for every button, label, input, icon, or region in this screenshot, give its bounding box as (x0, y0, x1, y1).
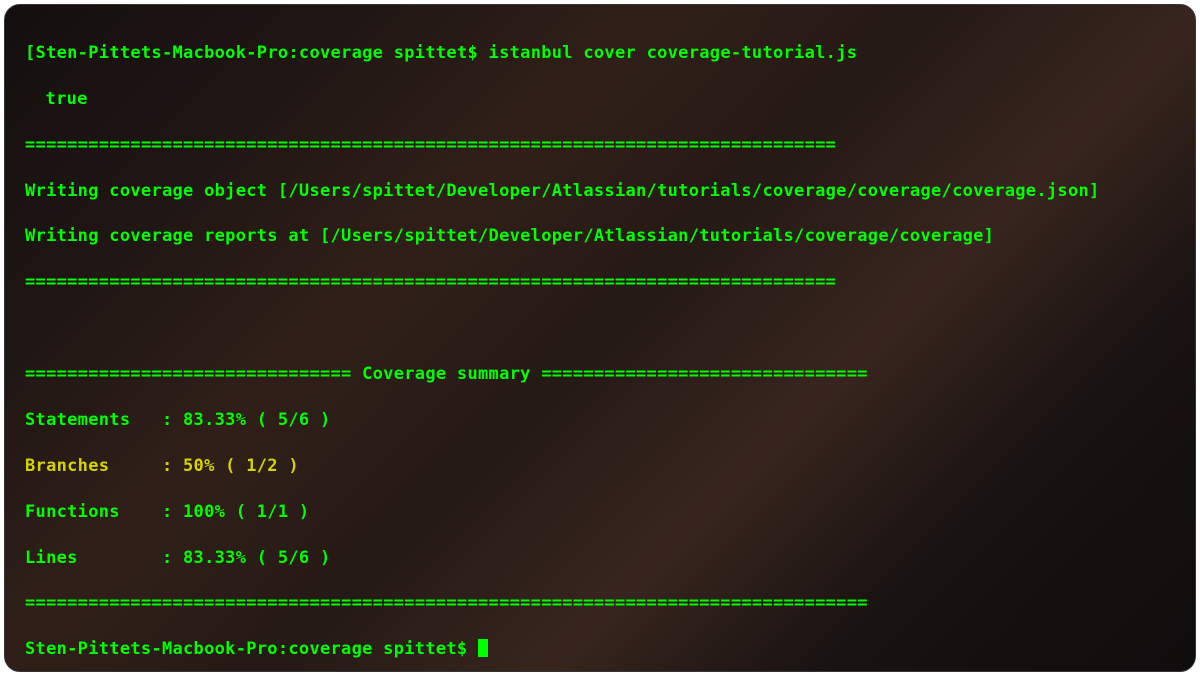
stat-branches: Branches : 50% ( 1/2 ) (25, 455, 1175, 478)
stat-statements-label: Statements (25, 409, 162, 432)
stat-branches-value: : 50% ( 1/2 ) (162, 456, 299, 476)
stat-functions-label: Functions (25, 501, 162, 524)
stat-lines: Lines : 83.33% ( 5/6 ) (25, 547, 1175, 570)
prompt-line-2: Sten-Pittets-Macbook-Pro:coverage spitte… (25, 638, 1175, 661)
cursor-icon[interactable] (478, 639, 488, 657)
coverage-summary-header: =============================== Coverage… (25, 363, 1175, 386)
output-true: true (25, 88, 1175, 111)
writing-object: Writing coverage object [/Users/spittet/… (25, 180, 1175, 203)
prompt-host: Sten-Pittets-Macbook-Pro:coverage spitte… (36, 43, 478, 63)
stat-lines-value: : 83.33% ( 5/6 ) (162, 548, 331, 568)
terminal-content: [Sten-Pittets-Macbook-Pro:coverage spitt… (25, 19, 1175, 672)
writing-reports: Writing coverage reports at [/Users/spit… (25, 225, 1175, 248)
stat-statements: Statements : 83.33% ( 5/6 ) (25, 409, 1175, 432)
terminal-window[interactable]: [Sten-Pittets-Macbook-Pro:coverage spitt… (4, 4, 1196, 672)
separator-2: ========================================… (25, 271, 1175, 294)
stat-statements-value: : 83.33% ( 5/6 ) (162, 410, 331, 430)
separator-1: ========================================… (25, 134, 1175, 157)
command-line: [Sten-Pittets-Macbook-Pro:coverage spitt… (25, 42, 1175, 65)
stat-functions: Functions : 100% ( 1/1 ) (25, 501, 1175, 524)
prompt-bracket: [ (25, 43, 36, 63)
stat-lines-label: Lines (25, 547, 162, 570)
command-text: istanbul cover coverage-tutorial.js (478, 43, 857, 63)
stat-functions-value: : 100% ( 1/1 ) (162, 502, 310, 522)
separator-3: ========================================… (25, 592, 1175, 615)
prompt-2: Sten-Pittets-Macbook-Pro:coverage spitte… (25, 639, 478, 659)
stat-branches-label: Branches (25, 455, 162, 478)
blank-line (25, 317, 1175, 340)
